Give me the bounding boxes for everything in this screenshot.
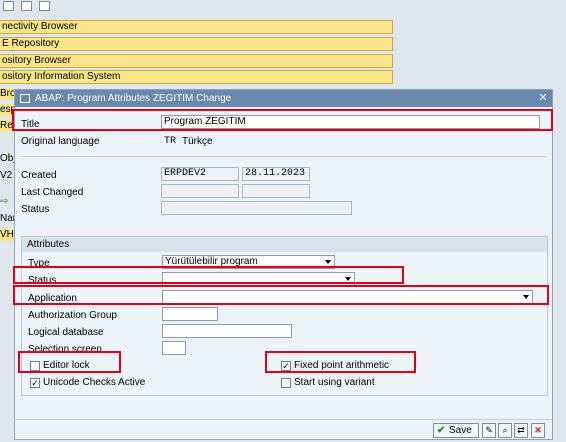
edit-icon <box>20 94 30 103</box>
dialog-title: ABAP: Program Attributes ZEGITIM Change <box>35 93 232 104</box>
original-language-label: Original language <box>21 136 100 147</box>
background-fragment: VHC <box>0 229 14 241</box>
highlight-box <box>12 109 553 131</box>
search-icon[interactable]: ⌕ <box>498 423 512 438</box>
close-icon[interactable]: ✕ <box>537 92 549 104</box>
background-fragment: Obje <box>0 153 14 164</box>
status-label: Status <box>21 204 50 215</box>
divider <box>21 156 546 157</box>
menu-item[interactable]: nectivity Browser <box>0 20 393 34</box>
authorization-group-field[interactable] <box>162 307 218 321</box>
last-changed-user-field <box>161 184 239 198</box>
logical-database-label: Logical database <box>28 327 104 338</box>
menu-item[interactable]: ository Information System <box>0 70 393 84</box>
dialog-button-bar: ✔ Save ✎ ⌕ ⇄ ✕ <box>15 419 552 439</box>
dialog-titlebar: ABAP: Program Attributes ZEGITIM Change … <box>15 90 552 107</box>
status-field <box>161 201 352 215</box>
original-language-name: Türkçe <box>182 136 213 147</box>
start-variant-label: Start using variant <box>294 377 375 388</box>
unicode-checks-checkbox[interactable]: ✓ <box>30 378 40 388</box>
transport-icon[interactable]: ⇄ <box>514 423 528 438</box>
toolbar-icon[interactable] <box>3 1 14 11</box>
program-attributes-dialog: ABAP: Program Attributes ZEGITIM Change … <box>14 89 553 440</box>
background-fragment: V2 <box>0 170 13 181</box>
arrow-icon: ⇨ <box>0 196 9 207</box>
created-label: Created <box>21 170 57 181</box>
highlight-box <box>18 351 121 373</box>
created-date-field: 28.11.2023 <box>242 167 310 181</box>
background-toolbar <box>0 0 566 14</box>
highlight-box <box>13 285 549 305</box>
unicode-checks-label: Unicode Checks Active <box>43 377 146 388</box>
chevron-down-icon <box>325 260 331 264</box>
authorization-group-label: Authorization Group <box>28 310 117 321</box>
created-user-field: ERPDEV2 <box>161 167 239 181</box>
selection-screen-field[interactable] <box>162 341 186 355</box>
highlight-box <box>13 266 404 284</box>
start-variant-checkbox[interactable] <box>281 378 291 388</box>
checkmark-icon: ✔ <box>437 425 446 436</box>
last-changed-label: Last Changed <box>21 187 84 198</box>
attributes-header: Attributes <box>22 237 547 252</box>
toolbar-icon[interactable] <box>21 1 32 11</box>
save-label: Save <box>449 425 472 436</box>
save-button[interactable]: ✔ Save <box>433 423 479 438</box>
highlight-box <box>265 351 416 373</box>
menu-item[interactable]: ository Browser <box>0 54 393 68</box>
background-fragment: Nan <box>0 213 14 224</box>
menu-item[interactable]: E Repository <box>0 37 393 51</box>
info-icon[interactable] <box>39 1 50 11</box>
original-language-code: TR <box>164 136 177 147</box>
cancel-icon[interactable]: ✕ <box>531 423 545 438</box>
last-changed-date-field <box>242 184 310 198</box>
wand-icon[interactable]: ✎ <box>482 423 496 438</box>
logical-database-field[interactable] <box>162 324 292 338</box>
background-fragment: Brov <box>0 88 14 100</box>
